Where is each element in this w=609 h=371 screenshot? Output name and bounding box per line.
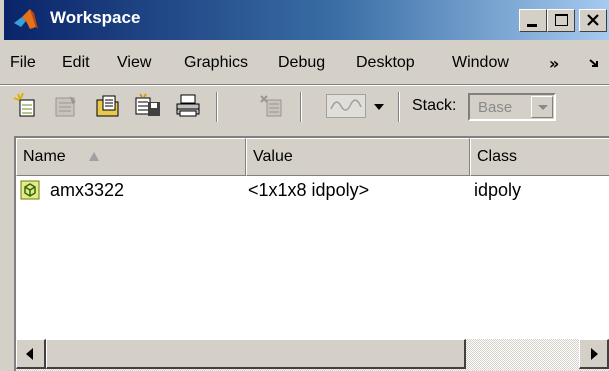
delete-icon bbox=[260, 95, 282, 117]
workspace-window: Workspace File Edit View Graphics Debug … bbox=[0, 0, 609, 371]
import-data-icon bbox=[96, 95, 119, 117]
toolbar-separator bbox=[216, 92, 218, 122]
print-icon bbox=[176, 94, 200, 117]
stack-value: Base bbox=[478, 99, 513, 116]
sort-ascending-icon bbox=[89, 152, 99, 161]
stack-label: Stack: bbox=[412, 97, 457, 114]
window-title: Workspace bbox=[50, 8, 141, 27]
menu-desktop[interactable]: Desktop bbox=[356, 54, 415, 72]
close-icon bbox=[587, 14, 599, 26]
stack-select[interactable]: Base bbox=[468, 93, 556, 121]
menu-graphics[interactable]: Graphics bbox=[184, 54, 248, 72]
open-variable-button[interactable] bbox=[50, 90, 82, 122]
plot-selection-button[interactable] bbox=[326, 94, 366, 118]
plot-selection-icon bbox=[330, 99, 362, 111]
new-variable-icon bbox=[13, 92, 35, 117]
new-variable-button[interactable] bbox=[10, 90, 42, 122]
horizontal-scrollbar[interactable] bbox=[16, 339, 609, 371]
column-header-label: Name bbox=[23, 148, 66, 165]
maximize-button[interactable] bbox=[547, 9, 575, 32]
column-header-name[interactable]: Name bbox=[16, 138, 246, 176]
cell-class: idpoly bbox=[474, 180, 522, 200]
minimize-icon bbox=[527, 24, 537, 27]
print-button[interactable] bbox=[172, 90, 204, 122]
cell-name: amx3322 bbox=[50, 180, 125, 200]
plot-dropdown-arrow-icon[interactable] bbox=[374, 104, 384, 110]
menu-window[interactable]: Window bbox=[452, 54, 509, 72]
column-header-value[interactable]: Value bbox=[246, 138, 470, 176]
menu-file[interactable]: File bbox=[10, 54, 36, 72]
open-variable-icon bbox=[55, 96, 76, 117]
arrow-left-icon bbox=[26, 348, 33, 360]
variable-table: Name Value Class amx3322 <1x1x8 idpoly> … bbox=[14, 136, 609, 371]
object-icon bbox=[20, 180, 40, 200]
dock-arrow-icon[interactable] bbox=[588, 58, 602, 70]
import-data-button[interactable] bbox=[92, 90, 124, 122]
menu-view[interactable]: View bbox=[117, 54, 151, 72]
delete-button[interactable] bbox=[256, 90, 288, 122]
save-workspace-icon bbox=[135, 93, 160, 116]
minimize-button[interactable] bbox=[519, 9, 547, 32]
toolbar-separator bbox=[300, 92, 302, 122]
save-workspace-button[interactable] bbox=[132, 90, 164, 122]
chevron-down-icon bbox=[538, 105, 548, 110]
close-button[interactable] bbox=[579, 9, 607, 32]
menu-bar: File Edit View Graphics Debug Desktop Wi… bbox=[0, 44, 609, 82]
matlab-logo-icon bbox=[14, 9, 38, 29]
toolbar: Stack: Base bbox=[0, 86, 609, 130]
maximize-icon bbox=[555, 14, 568, 26]
scroll-left-button[interactable] bbox=[16, 339, 46, 369]
title-bar[interactable]: Workspace bbox=[4, 0, 609, 40]
column-header-label: Class bbox=[477, 148, 518, 165]
menu-overflow-button[interactable]: » bbox=[549, 54, 559, 73]
toolbar-separator bbox=[398, 92, 400, 122]
table-row[interactable]: amx3322 <1x1x8 idpoly> idpoly bbox=[16, 176, 609, 206]
column-header-label: Value bbox=[253, 148, 293, 165]
menu-debug[interactable]: Debug bbox=[278, 54, 325, 72]
scroll-right-button[interactable] bbox=[579, 339, 609, 369]
stack-dropdown-button[interactable] bbox=[531, 96, 553, 118]
arrow-right-icon bbox=[591, 348, 598, 360]
scroll-thumb[interactable] bbox=[46, 339, 466, 369]
cell-value: <1x1x8 idpoly> bbox=[248, 180, 370, 200]
menu-edit[interactable]: Edit bbox=[62, 54, 90, 72]
column-header-class[interactable]: Class bbox=[470, 138, 609, 176]
